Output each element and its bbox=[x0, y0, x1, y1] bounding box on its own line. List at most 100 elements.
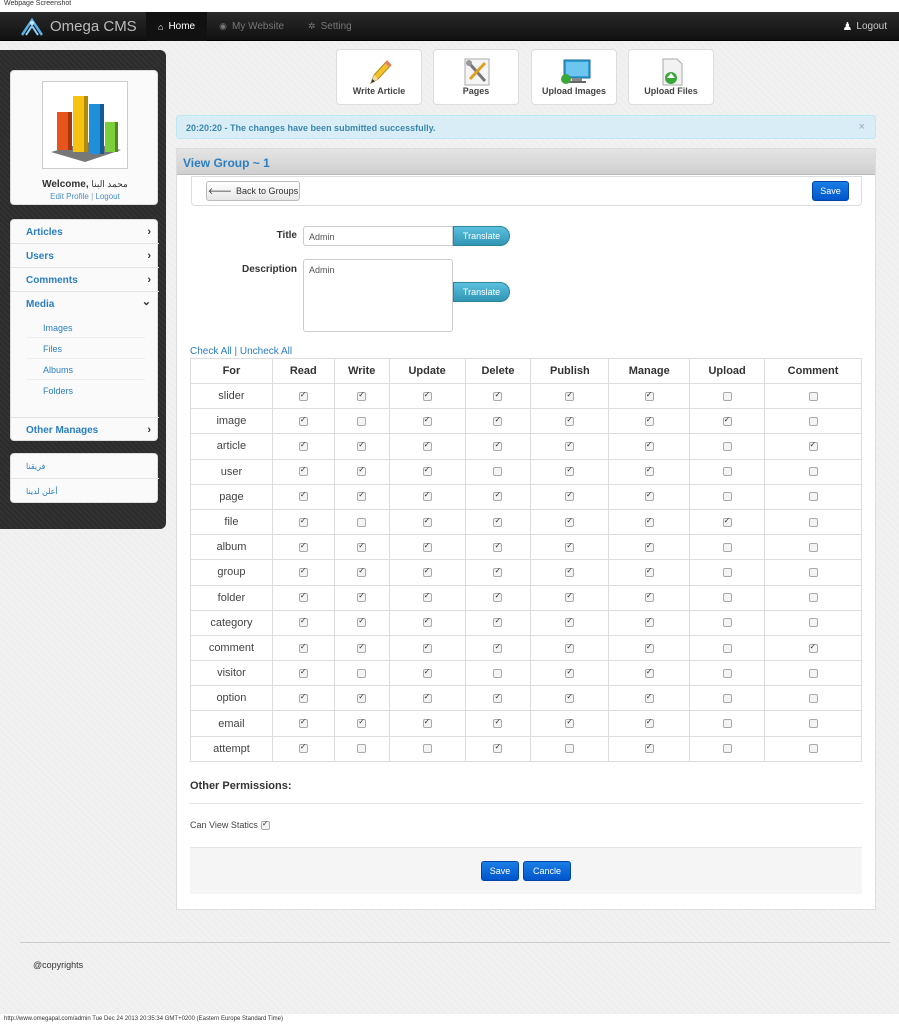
permission-checkbox[interactable] bbox=[565, 490, 575, 502]
permission-checkbox[interactable] bbox=[808, 744, 818, 754]
sidebar-item-media[interactable]: Media ⌄ bbox=[11, 292, 159, 316]
permission-checkbox[interactable] bbox=[493, 591, 503, 603]
permission-checkbox[interactable] bbox=[808, 719, 818, 729]
permission-checkbox[interactable] bbox=[808, 593, 818, 603]
permission-checkbox[interactable] bbox=[422, 616, 432, 628]
permission-checkbox[interactable] bbox=[644, 390, 654, 401]
permission-checkbox[interactable] bbox=[493, 467, 503, 477]
permission-checkbox[interactable] bbox=[422, 440, 432, 452]
permission-checkbox[interactable] bbox=[422, 717, 432, 729]
permission-checkbox[interactable] bbox=[644, 440, 654, 452]
permission-checkbox[interactable] bbox=[493, 566, 503, 577]
form-save-button[interactable]: Save bbox=[481, 861, 519, 881]
permission-checkbox[interactable] bbox=[808, 693, 818, 703]
avatar[interactable] bbox=[42, 81, 128, 169]
uncheck-all-link[interactable]: Uncheck All bbox=[240, 346, 292, 357]
sidebar-subitem-images[interactable]: Images bbox=[27, 317, 145, 338]
permission-checkbox[interactable] bbox=[298, 490, 308, 502]
description-translate-button[interactable]: Translate bbox=[453, 282, 510, 302]
permission-checkbox[interactable] bbox=[565, 516, 575, 527]
sidebar-logout-link[interactable]: Logout bbox=[95, 192, 119, 201]
permission-checkbox[interactable] bbox=[565, 744, 575, 754]
sidebar-link-advertise[interactable]: أعلن لدينا bbox=[11, 479, 159, 504]
sidebar-link-our-team[interactable]: فريقنا bbox=[11, 454, 159, 479]
permission-checkbox[interactable] bbox=[644, 415, 654, 426]
sidebar-subitem-albums[interactable]: Albums bbox=[27, 359, 145, 380]
permission-checkbox[interactable] bbox=[644, 642, 654, 653]
sidebar-item-comments[interactable]: Comments › bbox=[11, 268, 159, 292]
permission-checkbox[interactable] bbox=[298, 616, 308, 628]
permission-checkbox[interactable] bbox=[565, 390, 575, 401]
permission-checkbox[interactable] bbox=[493, 541, 503, 552]
permission-checkbox[interactable] bbox=[493, 415, 503, 426]
permission-checkbox[interactable] bbox=[722, 467, 732, 477]
permission-checkbox[interactable] bbox=[357, 566, 367, 577]
permission-checkbox[interactable] bbox=[808, 668, 818, 678]
permission-checkbox[interactable] bbox=[722, 415, 732, 426]
permission-checkbox[interactable] bbox=[298, 591, 308, 603]
permission-checkbox[interactable] bbox=[722, 693, 732, 703]
permission-checkbox[interactable] bbox=[422, 566, 432, 577]
permission-checkbox[interactable] bbox=[493, 742, 503, 754]
permission-checkbox[interactable] bbox=[722, 516, 732, 527]
check-all-link[interactable]: Check All bbox=[190, 346, 232, 357]
permission-checkbox[interactable] bbox=[808, 440, 818, 452]
permission-checkbox[interactable] bbox=[493, 516, 503, 527]
permission-checkbox[interactable] bbox=[357, 517, 367, 527]
permission-checkbox[interactable] bbox=[565, 415, 575, 426]
permission-checkbox[interactable] bbox=[722, 643, 732, 653]
permission-checkbox[interactable] bbox=[422, 642, 432, 653]
permission-checkbox[interactable] bbox=[422, 692, 432, 703]
permission-checkbox[interactable] bbox=[565, 717, 575, 729]
permission-checkbox[interactable] bbox=[808, 568, 818, 577]
permission-checkbox[interactable] bbox=[493, 616, 503, 628]
sidebar-item-articles[interactable]: Articles › bbox=[11, 220, 159, 244]
permission-checkbox[interactable] bbox=[298, 692, 308, 703]
permission-checkbox[interactable] bbox=[808, 542, 818, 552]
permission-checkbox[interactable] bbox=[644, 616, 654, 628]
permission-checkbox[interactable] bbox=[357, 616, 367, 628]
permission-checkbox[interactable] bbox=[722, 593, 732, 603]
permission-checkbox[interactable] bbox=[808, 492, 818, 502]
back-to-groups-button[interactable]: 🡐 Back to Groups bbox=[206, 181, 300, 201]
sidebar-item-users[interactable]: Users › bbox=[11, 244, 159, 268]
permission-checkbox[interactable] bbox=[644, 541, 654, 552]
permission-checkbox[interactable] bbox=[722, 568, 732, 577]
permission-checkbox[interactable] bbox=[644, 742, 654, 754]
tile-pages[interactable]: Pages bbox=[433, 49, 519, 105]
permission-checkbox[interactable] bbox=[644, 667, 654, 678]
permission-checkbox[interactable] bbox=[422, 744, 432, 754]
permission-checkbox[interactable] bbox=[493, 490, 503, 502]
permission-checkbox[interactable] bbox=[722, 442, 732, 452]
permission-checkbox[interactable] bbox=[422, 541, 432, 552]
permission-checkbox[interactable] bbox=[722, 391, 732, 401]
permission-checkbox[interactable] bbox=[357, 440, 367, 452]
permission-checkbox[interactable] bbox=[298, 516, 308, 527]
sidebar-subitem-files[interactable]: Files bbox=[27, 338, 145, 359]
permission-checkbox[interactable] bbox=[644, 566, 654, 577]
description-textarea[interactable]: Admin bbox=[303, 259, 453, 332]
brand[interactable]: Omega CMS bbox=[20, 15, 137, 38]
permission-checkbox[interactable] bbox=[808, 391, 818, 401]
permission-checkbox[interactable] bbox=[808, 416, 818, 426]
nav-setting[interactable]: ✲ Setting bbox=[296, 12, 364, 41]
can-view-statics-checkbox[interactable] bbox=[260, 819, 270, 830]
permission-checkbox[interactable] bbox=[298, 642, 308, 653]
title-input[interactable]: Admin bbox=[303, 226, 453, 246]
permission-checkbox[interactable] bbox=[357, 490, 367, 502]
permission-checkbox[interactable] bbox=[298, 465, 308, 477]
permission-checkbox[interactable] bbox=[357, 668, 367, 678]
permission-checkbox[interactable] bbox=[644, 591, 654, 603]
permission-checkbox[interactable] bbox=[493, 440, 503, 452]
permission-checkbox[interactable] bbox=[565, 616, 575, 628]
permission-checkbox[interactable] bbox=[644, 692, 654, 703]
permission-checkbox[interactable] bbox=[808, 517, 818, 527]
permission-checkbox[interactable] bbox=[422, 390, 432, 401]
permission-checkbox[interactable] bbox=[298, 717, 308, 729]
save-button[interactable]: Save bbox=[812, 181, 849, 201]
permission-checkbox[interactable] bbox=[808, 618, 818, 628]
permission-checkbox[interactable] bbox=[357, 591, 367, 603]
permission-checkbox[interactable] bbox=[357, 465, 367, 477]
nav-home[interactable]: ⌂ Home bbox=[146, 12, 208, 41]
permission-checkbox[interactable] bbox=[493, 642, 503, 653]
